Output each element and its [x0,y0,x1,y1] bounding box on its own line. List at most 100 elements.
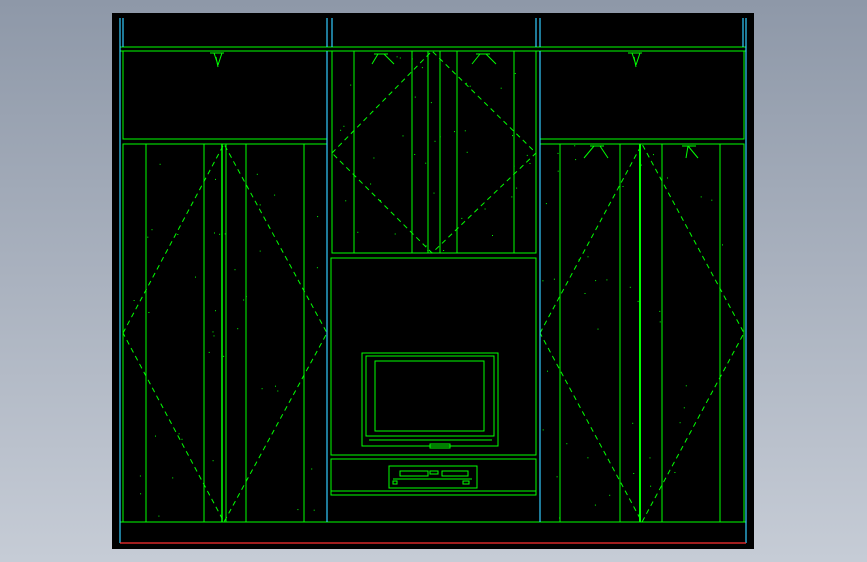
speckle-dot [629,286,631,288]
cad-viewport[interactable] [112,13,754,549]
speckle-dot [439,136,441,138]
speckle-dot [316,267,318,269]
speckle-dot [147,236,149,238]
speckle-dot [178,433,180,435]
speckle-dot [214,232,215,234]
spotlight-icon [628,52,642,68]
speckle-dot [466,82,468,84]
speckle-dot [421,67,423,69]
speckle-dot [151,229,153,231]
speckle-dot [500,87,502,89]
speckle-dot [427,250,429,252]
center-upper-cabinet [331,50,537,254]
speckle-dot [679,422,681,424]
speckle-dot [399,57,401,59]
speckle-dot [317,216,319,218]
left-diamond-pattern [122,142,328,524]
speckle-dot [237,328,239,330]
speckle-dot [158,515,160,517]
wardrobe-elevation-drawing [119,18,747,544]
media-shelf [330,458,537,496]
speckle-dot [414,96,416,98]
speckle-dot [234,269,236,271]
speckle-dot [343,125,345,127]
speckle-dot [557,170,559,172]
spotlight-icon [210,52,224,68]
speckle-dot [587,457,589,459]
center-diamond-pattern [331,50,537,254]
right-upper-cabinet [539,50,745,140]
speckle-dot [195,276,196,278]
television-icon [361,352,499,449]
spotlight-icon [682,145,699,159]
speckle-dot [148,312,150,313]
spotlight-icon [471,53,497,65]
speckle-dot [223,355,225,357]
speckle-dot [133,300,135,301]
speckle-dot [606,279,608,281]
speckle-dot [394,233,396,235]
speckle-dot [454,131,455,133]
speckle-dot [275,385,276,387]
speckle-dot [345,200,347,202]
speckle-dot [547,370,548,372]
speckle-dot [357,231,359,233]
speckle-dot [609,494,611,496]
speckle-dot [277,390,279,392]
speckle-dot [566,443,568,445]
speckle-dot [633,473,635,474]
speckle-dot [259,250,261,252]
speckle-dot [700,196,702,198]
spotlight-icon [371,53,395,65]
speckle-dot [542,429,544,431]
speckle-dot [350,84,352,86]
speckle-dot [683,407,685,409]
speckle-dot [574,145,576,147]
speckle-dot [685,385,687,387]
speckle-dot [640,164,642,166]
speckle-dot [219,233,221,235]
speckle-dot [461,217,463,219]
speckle-dot [659,321,661,323]
speckle-dot [256,173,258,175]
speckle-dot [466,151,468,153]
speckle-dot [516,187,518,189]
speckle-dot [208,351,210,353]
left-wardrobe [122,143,328,523]
speckle-dot [396,56,398,58]
speckle-dot [529,163,531,164]
left-upper-cabinet [122,50,328,140]
speckle-dot [556,476,558,478]
speckle-dot [464,130,466,132]
speckle-dot [414,154,416,155]
spotlight-icon [583,145,609,159]
speckle-dot [215,178,216,180]
speckle-dot [215,310,216,312]
speckle-dot [261,388,263,390]
speckle-dot [243,299,245,301]
speckle-dot [311,468,313,470]
speckle-dot [340,129,342,131]
speckle-dot [172,477,174,479]
speckle-dot [595,280,597,282]
speckle-dot [674,472,676,473]
speckle-dot [514,73,516,74]
speckle-dot [722,244,723,246]
speckle-dot [434,140,436,142]
speckle-dot [139,475,141,477]
speckle-dot [597,328,599,330]
speckle-dot [373,157,375,159]
speckle-dot [313,509,315,511]
speckle-dot [542,280,544,282]
speckle-dot [622,186,624,187]
speckle-dot [584,293,586,294]
speckle-dot [140,493,142,495]
speckle-dot [181,438,183,440]
speckle-dot [650,485,652,487]
speckle-dot [559,517,561,519]
speckle-dot [511,196,513,198]
speckle-dot [667,177,668,179]
speckle-dot [545,203,547,205]
right-wardrobe [539,143,745,523]
speckle-dot [557,152,559,154]
